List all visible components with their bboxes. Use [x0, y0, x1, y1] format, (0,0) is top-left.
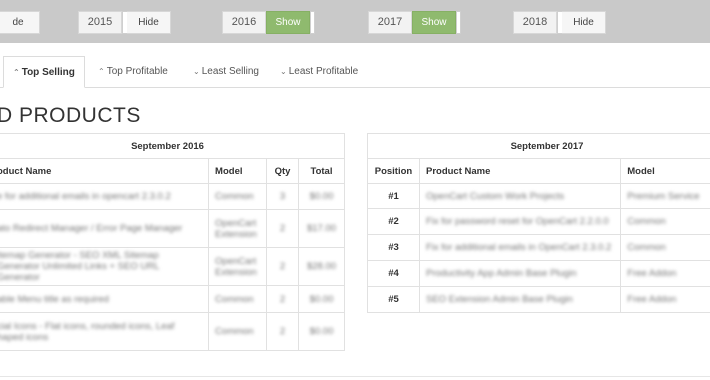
- year-label: 2015: [78, 11, 122, 34]
- product-name-cell: ato Redirect Manager / Error Page Manage…: [0, 209, 210, 248]
- model-cell: Common: [208, 312, 268, 351]
- tab-label: Least Profitable: [288, 66, 359, 77]
- footer-divider: [0, 376, 710, 377]
- chevron-up-icon: ⌃: [98, 67, 105, 76]
- page-title: D PRODUCTS: [0, 104, 141, 127]
- chevron-down-icon: ⌄: [193, 67, 200, 76]
- tab-label: Least Selling: [201, 66, 259, 77]
- column-header-model: Model: [208, 158, 268, 184]
- qty-cell: 2: [266, 209, 299, 248]
- chevron-down-icon: ⌄: [280, 67, 287, 76]
- model-cell: OpenCart Extension: [208, 209, 268, 248]
- product-name-cell: Productivity App Admin Base Plugin: [418, 260, 622, 287]
- product-name-cell: cial Icons - Flat icons, rounded icons, …: [0, 312, 210, 351]
- tab-label: Top Selling: [21, 67, 75, 78]
- table-row: #2 Fix for password reset for OpenCart 2…: [367, 208, 710, 235]
- position-cell: #1: [367, 183, 420, 209]
- products-table-2017: September 2017 Position Product Name Mod…: [367, 133, 710, 313]
- tab-least-profitable[interactable]: ⌄ Least Profitable: [280, 56, 358, 88]
- product-name-cell: itemap Generator - SEO XML Sitemap Gener…: [0, 247, 210, 286]
- year-toggle-bar: de 2015 Hide 2016 Show 2017 Show 2018 Hi…: [0, 0, 710, 43]
- total-cell: $0.00: [297, 285, 346, 313]
- year-label: 2016: [222, 11, 266, 34]
- table-row: ato Redirect Manager / Error Page Manage…: [0, 209, 346, 248]
- total-cell: $0.00: [297, 183, 346, 210]
- model-cell: Free Addon: [620, 286, 710, 313]
- report-tabs: ⌃ Top Selling ⌃ Top Profitable ⌄ Least Sell…: [0, 56, 710, 88]
- column-header-position: Position: [367, 158, 420, 184]
- qty-cell: 2: [266, 247, 299, 286]
- column-header-qty: Qty: [266, 158, 299, 184]
- table-row: #5 SEO Extension Admin Base Plugin Free …: [367, 286, 710, 313]
- column-header-model: Model: [620, 158, 710, 184]
- table-row: #3 Fix for additional emails in OpenCart…: [367, 234, 710, 261]
- table-month-header: September 2017: [367, 133, 710, 159]
- year-label: 2017: [368, 11, 412, 34]
- table-row: e for additional emails in opencart 2.3.…: [0, 183, 346, 210]
- tab-top-profitable[interactable]: ⌃ Top Profitable: [98, 56, 168, 88]
- table-row: able Menu title as required Common 2 $0.…: [0, 285, 346, 313]
- column-header-total: Total: [297, 158, 346, 184]
- total-cell: $0.00: [297, 312, 346, 351]
- qty-cell: 2: [266, 285, 299, 313]
- table-row: #1 OpenCart Custom Work Projects Premium…: [367, 183, 710, 209]
- model-cell: Common: [620, 234, 710, 261]
- position-cell: #2: [367, 208, 420, 235]
- table-row: #4 Productivity App Admin Base Plugin Fr…: [367, 260, 710, 287]
- table-row: itemap Generator - SEO XML Sitemap Gener…: [0, 247, 346, 286]
- model-cell: Common: [620, 208, 710, 235]
- show-button[interactable]: Show: [266, 11, 310, 34]
- product-name-cell: OpenCart Custom Work Projects: [418, 183, 622, 209]
- year-toggle-2018[interactable]: 2018 Hide: [513, 11, 606, 34]
- table-row: cial Icons - Flat icons, rounded icons, …: [0, 312, 346, 351]
- table-month-header: September 2016: [0, 133, 345, 159]
- hide-button[interactable]: Hide: [562, 11, 606, 34]
- model-cell: Free Addon: [620, 260, 710, 287]
- tab-top-selling[interactable]: ⌃ Top Selling: [3, 56, 85, 88]
- year-toggle-2016[interactable]: 2016 Show: [222, 11, 315, 34]
- qty-cell: 3: [266, 183, 299, 210]
- position-cell: #5: [367, 286, 420, 313]
- model-cell: Common: [208, 285, 268, 313]
- year-toggle-partial[interactable]: de: [0, 11, 40, 34]
- tab-least-selling[interactable]: ⌄ Least Selling: [193, 56, 259, 88]
- product-name-cell: able Menu title as required: [0, 285, 210, 313]
- model-cell: Premium Service: [620, 183, 710, 209]
- toggle-handle[interactable]: [310, 11, 315, 34]
- total-cell: $28.00: [297, 247, 346, 286]
- product-name-cell: e for additional emails in opencart 2.3.…: [0, 183, 210, 210]
- hide-button[interactable]: Hide: [127, 11, 171, 34]
- year-label: 2018: [513, 11, 557, 34]
- chevron-up-icon: ⌃: [13, 68, 20, 77]
- position-cell: #4: [367, 260, 420, 287]
- position-cell: #3: [367, 234, 420, 261]
- year-toggle-2017[interactable]: 2017 Show: [368, 11, 461, 34]
- year-toggle-2015[interactable]: 2015 Hide: [78, 11, 171, 34]
- model-cell: Common: [208, 183, 268, 210]
- product-name-cell: SEO Extension Admin Base Plugin: [418, 286, 622, 313]
- total-cell: $17.00: [297, 209, 346, 248]
- column-header-product: oduct Name: [0, 158, 210, 184]
- product-name-cell: Fix for password reset for OpenCart 2.2.…: [418, 208, 622, 235]
- model-cell: OpenCart Extension: [208, 247, 268, 286]
- show-button[interactable]: Show: [412, 11, 456, 34]
- products-table-2016: September 2016 oduct Name Model Qty Tota…: [0, 133, 346, 351]
- product-name-cell: Fix for additional emails in OpenCart 2.…: [418, 234, 622, 261]
- tab-label: Top Profitable: [106, 66, 168, 77]
- toggle-handle[interactable]: [456, 11, 461, 34]
- qty-cell: 2: [266, 312, 299, 351]
- column-header-product: Product Name: [418, 158, 622, 184]
- year-toggle-button[interactable]: de: [0, 11, 40, 34]
